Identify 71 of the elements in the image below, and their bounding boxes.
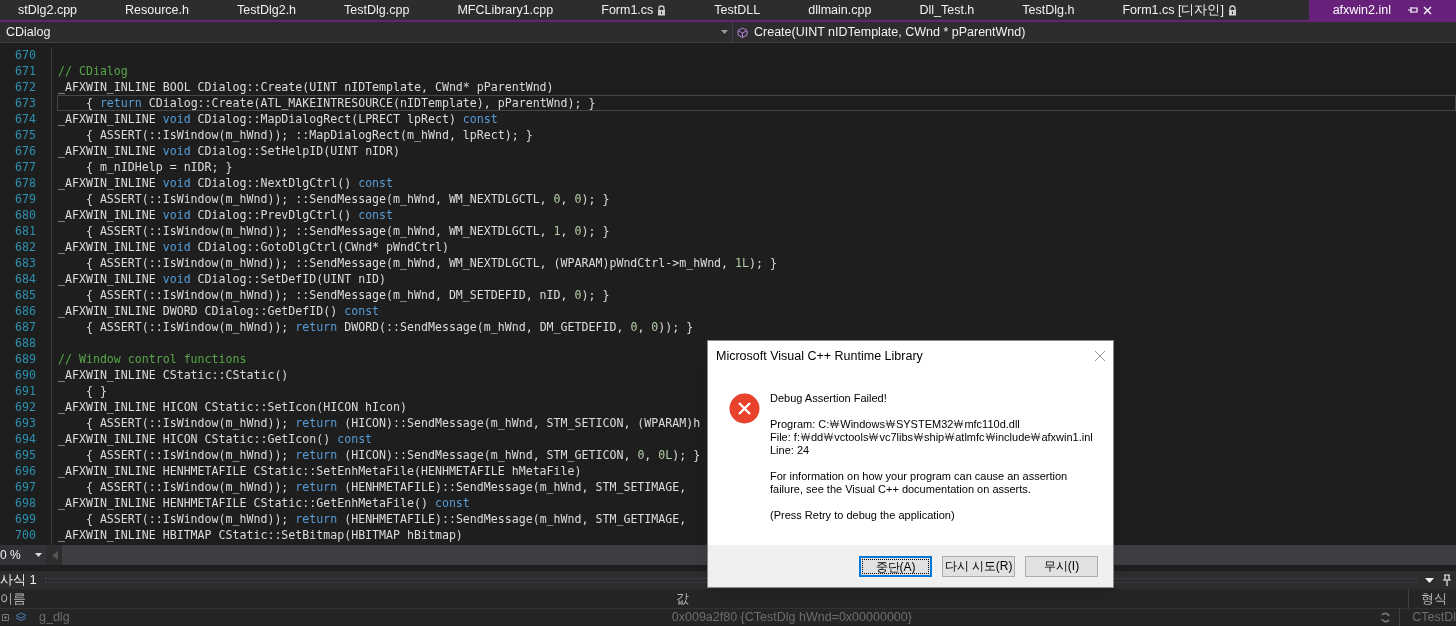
line-number: 677 [15, 160, 36, 174]
code-line: _AFXWIN_INLINE DWORD CDialog::GetDefID() const [58, 304, 380, 318]
line-number: 694 [15, 432, 36, 446]
code-line: _AFXWIN_INLINE void CDialog::SetDefID(UINT nID) [58, 272, 387, 286]
line-number: 690 [15, 368, 36, 382]
code-line: { ASSERT(::IsWindow(m_hWnd)); ::SendMessage(m_hWnd, WM_NEXTDLGCTL, 1, 0); } [84, 224, 610, 238]
line-number: 679 [15, 192, 36, 206]
code-line: _AFXWIN_INLINE void CDialog::SetHelpID(UINT nIDR) [58, 144, 401, 158]
code-line: { ASSERT(::IsWindow(m_hWnd)); return DWORD(::SendMessage(m_hWnd, DM_GETDEFID, 0, 0)); } [84, 320, 694, 334]
variable-name: g_dlg [39, 608, 70, 626]
variable-value: 0x009a2f80 {CTestDlg hWnd=0x00000000} [671, 608, 913, 626]
line-number: 676 [15, 144, 36, 158]
info-text: For information on how your program can cause an assertion failure, see the Visual C++ documentation on asserts. [770, 470, 1069, 496]
line-number: 696 [15, 464, 36, 478]
line-number: 673 [15, 96, 36, 110]
hint-text: (Press Retry to debug the application) [770, 509, 956, 522]
line-number: 671 [15, 64, 36, 78]
code-line: // Window control functions [58, 352, 247, 366]
code-line: { ASSERT(::IsWindow(m_hWnd)); return (HICON)::SendMessage(m_hWnd, STM_SETICON, (WPARAM)h [84, 416, 701, 430]
line-number: 686 [15, 304, 36, 318]
code-line: { ASSERT(::IsWindow(m_hWnd)); return (HICON)::SendMessage(m_hWnd, STM_GETICON, 0, 0L); } [84, 448, 701, 462]
line-number: 700 [15, 528, 36, 542]
line-number: 695 [15, 448, 36, 462]
line-number: 699 [15, 512, 36, 526]
detail-line: Program: C:￦Windows￦SYSTEM32￦mfc110d.dll [770, 418, 1021, 431]
detail-line: Line: 24 [770, 444, 811, 457]
code-line: { } [84, 384, 107, 398]
code-line: // CDialog [58, 64, 128, 78]
code-line: _AFXWIN_INLINE void CDialog::GotoDlgCtrl(CWnd* pWndCtrl) [58, 240, 449, 254]
line-number: 693 [15, 416, 36, 430]
dialog-title: Microsoft Visual C++ Runtime Library [716, 347, 923, 365]
variable-type: CTestDl [1399, 607, 1456, 626]
code-line: _AFXWIN_INLINE HICON CStatic::SetIcon(HICON hIcon) [58, 400, 407, 414]
code-line: { ASSERT(::IsWindow(m_hWnd)); ::MapDialogRect(m_hWnd, lpRect); } [84, 128, 533, 142]
panel-title: 사식 1 [0, 571, 37, 590]
code-line: { ASSERT(::IsWindow(m_hWnd)); return (HENHMETAFILE)::SendMessage(m_hWnd, STM_GETIMAGE, [84, 512, 687, 526]
line-number: 670 [15, 48, 36, 62]
code-line: { m_nIDHelp = nIDR; } [84, 160, 233, 174]
line-number: 689 [15, 352, 36, 366]
code-line: _AFXWIN_INLINE HENHMETAFILE CStatic::GetEnhMetaFile() const [58, 496, 470, 510]
code-line: { ASSERT(::IsWindow(m_hWnd)); ::SendMessage(m_hWnd, WM_NEXTDLGCTL, 0, 0); } [84, 192, 610, 206]
code-line: _AFXWIN_INLINE void CDialog::MapDialogRect(LPRECT lpRect) const [58, 112, 498, 126]
detail-line: File: f:￦dd￦vctools￦vc7libs￦ship￦atlmfc￦include￦afxwin1.inl [770, 431, 1093, 444]
code-line: { ASSERT(::IsWindow(m_hWnd)); return (HENHMETAFILE)::SendMessage(m_hWnd, STM_SETIMAGE, [84, 480, 687, 494]
code-line: _AFXWIN_INLINE HBITMAP CStatic::SetBitmap(HBITMAP hBitmap) [58, 528, 463, 542]
line-number: 681 [15, 224, 36, 238]
line-number: 683 [15, 256, 36, 270]
code-line: _AFXWIN_INLINE HICON CStatic::GetIcon() const [58, 432, 373, 446]
code-line: _AFXWIN_INLINE void CDialog::NextDlgCtrl() const [58, 176, 394, 190]
code-line: { ASSERT(::IsWindow(m_hWnd)); ::SendMessage(m_hWnd, WM_NEXTDLGCTL, (WPARAM)pWndCtrl->m_hWnd, 1L); } [84, 256, 777, 270]
code-line: { return CDialog::Create(ATL_MAKEINTRESOURCE(nIDTemplate), pParentWnd); } [84, 96, 596, 110]
line-number: 692 [15, 400, 36, 414]
line-number: 697 [15, 480, 36, 494]
code-line: { ASSERT(::IsWindow(m_hWnd)); ::SendMessage(m_hWnd, DM_SETDEFID, nID, 0); } [84, 288, 610, 302]
line-number: 675 [15, 128, 36, 142]
code-line: _AFXWIN_INLINE CStatic::CStatic() [58, 368, 289, 382]
code-line: _AFXWIN_INLINE HENHMETAFILE CStatic::SetEnhMetaFile(HENHMETAFILE hMetaFile) [58, 464, 582, 478]
line-number: 684 [15, 272, 36, 286]
line-number: 682 [15, 240, 36, 254]
code-line: _AFXWIN_INLINE BOOL CDialog::Create(UINT nIDTemplate, CWnd* pParentWnd) [58, 80, 554, 94]
line-number: 672 [15, 80, 36, 94]
code-line: _AFXWIN_INLINE void CDialog::PrevDlgCtrl() const [58, 208, 394, 222]
line-number: 698 [15, 496, 36, 510]
line-number: 691 [15, 384, 36, 398]
line-number: 685 [15, 288, 36, 302]
line-number: 680 [15, 208, 36, 222]
line-number: 678 [15, 176, 36, 190]
dialog-heading: Debug Assertion Failed! [770, 392, 888, 405]
line-number: 674 [15, 112, 36, 126]
line-number: 687 [15, 320, 36, 334]
line-number: 688 [15, 336, 36, 350]
